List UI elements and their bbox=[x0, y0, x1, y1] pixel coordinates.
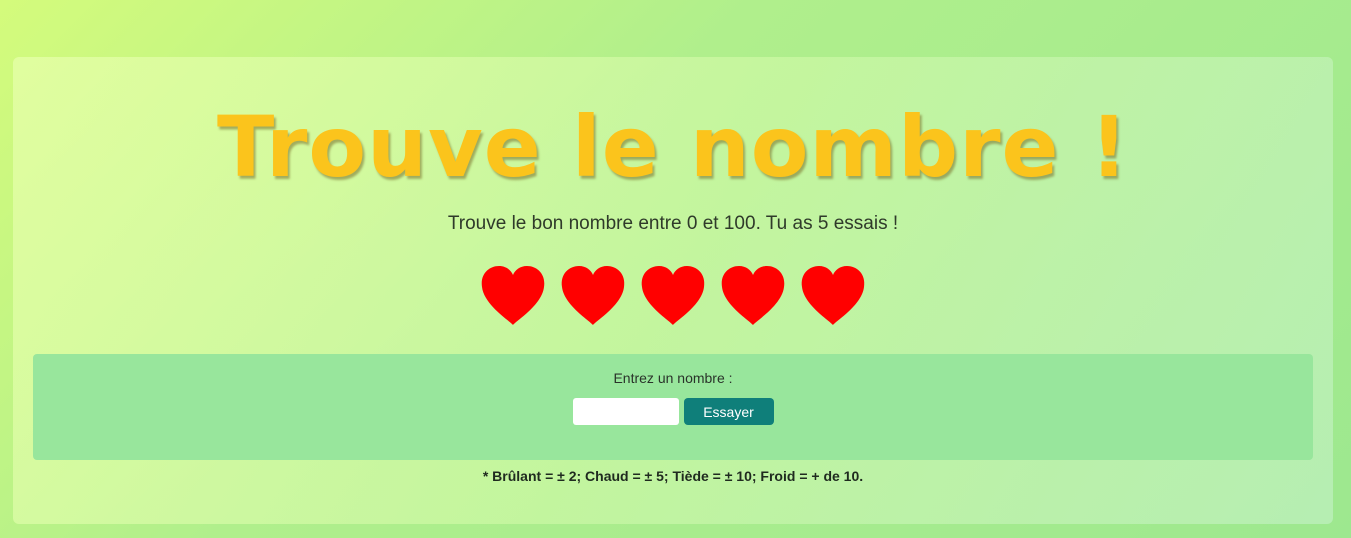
lives-indicator bbox=[13, 265, 1333, 327]
page-title: Trouve le nombre ! bbox=[216, 98, 1130, 196]
game-card: Trouve le nombre ! Trouve le bon nombre … bbox=[13, 57, 1333, 524]
heart-icon bbox=[721, 266, 785, 325]
guess-prompt-label: Entrez un nombre : bbox=[613, 370, 733, 386]
guess-form: Essayer bbox=[33, 398, 1313, 425]
heart-icon bbox=[481, 266, 545, 325]
heart-icon bbox=[801, 266, 865, 325]
guess-panel: Entrez un nombre : Essayer bbox=[33, 354, 1313, 460]
try-button[interactable]: Essayer bbox=[683, 398, 774, 425]
heart-icon bbox=[561, 266, 625, 325]
game-instructions: Trouve le bon nombre entre 0 et 100. Tu … bbox=[447, 213, 899, 234]
temperature-legend: * Brûlant = ± 2; Chaud = ± 5; Tiède = ± … bbox=[482, 468, 864, 484]
heart-icon bbox=[641, 266, 705, 325]
guess-input[interactable] bbox=[572, 398, 679, 425]
